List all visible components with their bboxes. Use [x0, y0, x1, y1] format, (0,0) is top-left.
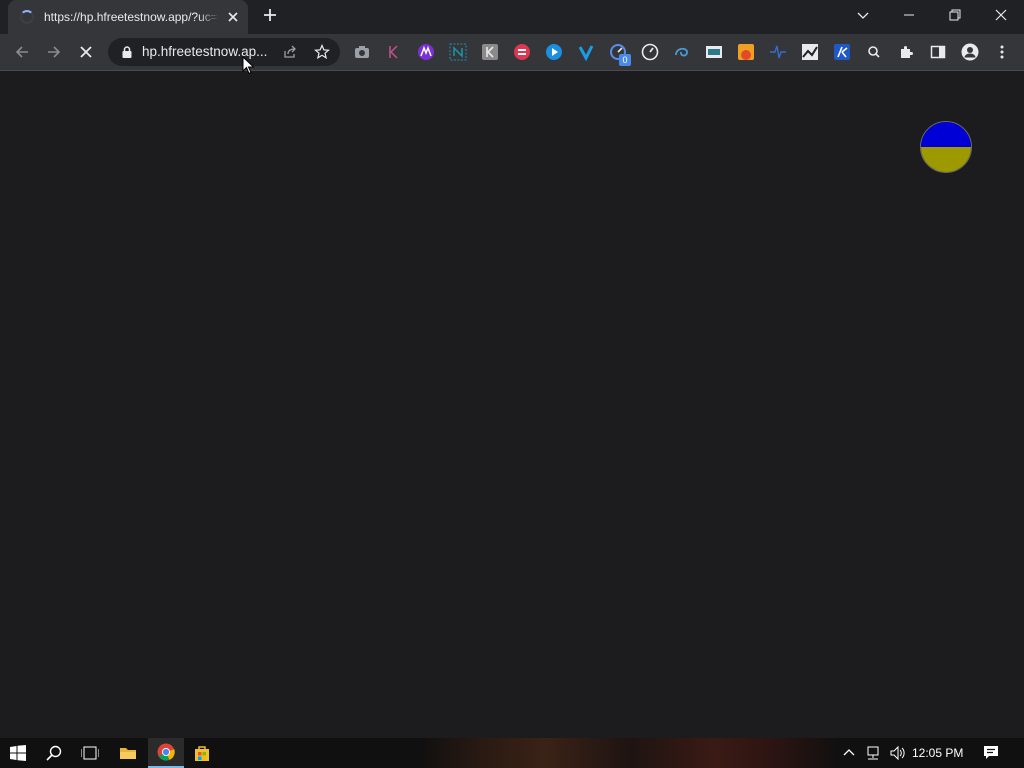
tab-title: https://hp.hfreetestnow.app/?uc= [44, 10, 218, 24]
address-bar[interactable]: hp.hfreetestnow.ap... [108, 38, 340, 66]
colorful-extension-icon[interactable] [737, 43, 755, 61]
profile-avatar-icon[interactable] [961, 43, 979, 61]
monitor-extension-icon[interactable] [705, 43, 723, 61]
extension-badge: 0 [619, 54, 631, 66]
new-tab-button[interactable] [258, 6, 282, 28]
gray-extension-icon[interactable] [481, 43, 499, 61]
browser-tab[interactable]: https://hp.hfreetestnow.app/?uc= [8, 0, 248, 34]
mouse-cursor-icon [242, 56, 255, 75]
tab-close-icon[interactable] [225, 9, 241, 25]
page-content [0, 71, 1024, 738]
share-icon[interactable] [282, 44, 298, 60]
bookmark-star-icon[interactable] [314, 44, 330, 60]
close-window-button[interactable] [978, 0, 1024, 30]
windows-start-icon[interactable] [0, 738, 36, 768]
search-icon[interactable] [36, 738, 72, 768]
ukraine-flag-button[interactable] [920, 121, 972, 173]
loading-spinner-icon [20, 10, 34, 24]
store-icon[interactable] [184, 738, 220, 768]
more-menu-icon[interactable] [993, 43, 1011, 61]
n-extension-icon[interactable] [449, 43, 467, 61]
flag-yellow-half [921, 147, 971, 172]
lock-icon[interactable] [120, 45, 134, 59]
blue-k-extension-icon[interactable] [833, 43, 851, 61]
pulse-extension-icon[interactable] [769, 43, 787, 61]
notifications-icon[interactable] [974, 738, 1008, 768]
purple-extension-icon[interactable] [417, 43, 435, 61]
chrome-taskbar-icon[interactable] [148, 738, 184, 768]
back-button[interactable] [8, 38, 36, 66]
windows-taskbar: 12:05 PM [0, 738, 1024, 768]
minimize-button[interactable] [886, 0, 932, 30]
tab-search-chevron-icon[interactable] [840, 0, 886, 30]
gauge-extension-icon[interactable] [641, 43, 659, 61]
image-extension-icon[interactable] [801, 43, 819, 61]
red-extension-icon[interactable] [513, 43, 531, 61]
browser-title-bar: https://hp.hfreetestnow.app/?uc= [0, 0, 1024, 34]
search-extension-icon[interactable] [865, 43, 883, 61]
extensions-puzzle-icon[interactable] [897, 43, 915, 61]
browser-toolbar: hp.hfreetestnow.ap... 0 [0, 34, 1024, 71]
taskbar-wallpaper-strip [420, 738, 840, 768]
file-explorer-icon[interactable] [110, 738, 146, 768]
flag-blue-half [921, 122, 971, 147]
v-extension-icon[interactable] [577, 43, 595, 61]
restore-button[interactable] [932, 0, 978, 30]
volume-icon[interactable] [882, 738, 912, 768]
stop-loading-button[interactable] [72, 38, 100, 66]
task-view-icon[interactable] [72, 738, 108, 768]
blue-play-extension-icon[interactable] [545, 43, 563, 61]
camera-extension-icon[interactable] [353, 43, 371, 61]
swirl-extension-icon[interactable] [673, 43, 691, 61]
k-extension-icon[interactable] [385, 43, 403, 61]
side-panel-icon[interactable] [929, 43, 947, 61]
forward-button[interactable] [40, 38, 68, 66]
taskbar-clock[interactable]: 12:05 PM [912, 746, 963, 760]
